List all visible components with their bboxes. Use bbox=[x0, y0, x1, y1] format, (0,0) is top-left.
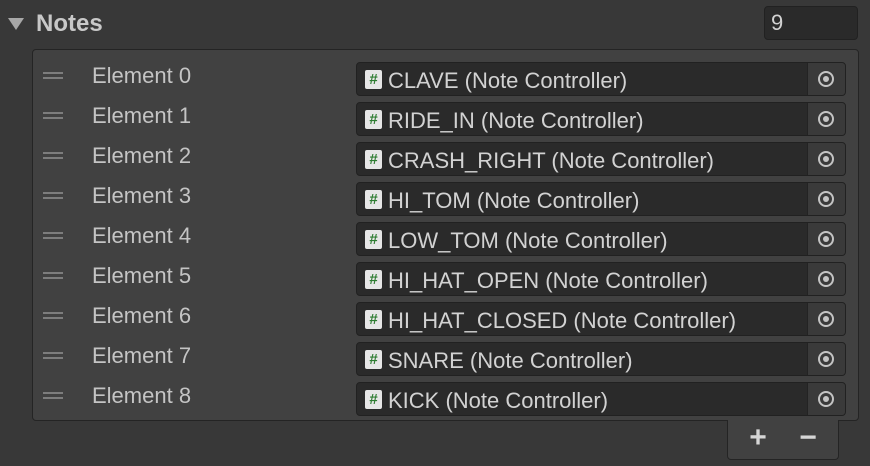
drag-handle-icon[interactable] bbox=[43, 152, 63, 160]
object-picker-button[interactable] bbox=[807, 303, 845, 335]
object-field[interactable]: # RIDE_IN (Note Controller) bbox=[356, 102, 846, 136]
object-field-value: HI_HAT_OPEN (Note Controller) bbox=[388, 268, 708, 293]
object-field[interactable]: # CLAVE (Note Controller) bbox=[356, 62, 846, 96]
element-label: Element 4 bbox=[92, 223, 192, 248]
object-field-value: KICK (Note Controller) bbox=[388, 388, 609, 413]
drag-handle-icon[interactable] bbox=[43, 352, 63, 360]
object-picker-button[interactable] bbox=[807, 343, 845, 375]
object-picker-icon bbox=[818, 191, 834, 207]
object-field-value: SNARE (Note Controller) bbox=[388, 348, 633, 373]
cs-script-icon: # bbox=[365, 310, 382, 329]
list-row-element-4[interactable]: Element 4 # LOW_TOM (Note Controller) bbox=[33, 216, 860, 256]
object-picker-button[interactable] bbox=[807, 63, 845, 95]
drag-handle-icon[interactable] bbox=[43, 272, 63, 280]
cs-script-icon: # bbox=[365, 110, 382, 129]
object-picker-button[interactable] bbox=[807, 183, 845, 215]
object-picker-icon bbox=[818, 391, 834, 407]
element-label: Element 2 bbox=[92, 143, 192, 168]
object-picker-button[interactable] bbox=[807, 103, 845, 135]
list-row-element-5[interactable]: Element 5 # HI_HAT_OPEN (Note Controller… bbox=[33, 256, 860, 296]
object-field-value: RIDE_IN (Note Controller) bbox=[388, 108, 644, 133]
cs-script-icon: # bbox=[365, 70, 382, 89]
object-field[interactable]: # CRASH_RIGHT (Note Controller) bbox=[356, 142, 846, 176]
object-picker-button[interactable] bbox=[807, 223, 845, 255]
object-picker-icon bbox=[818, 271, 834, 287]
element-label: Element 8 bbox=[92, 383, 192, 408]
object-picker-icon bbox=[818, 111, 834, 127]
object-field-value: HI_TOM (Note Controller) bbox=[388, 188, 640, 213]
object-picker-button[interactable] bbox=[807, 383, 845, 415]
object-picker-button[interactable] bbox=[807, 263, 845, 295]
cs-script-icon: # bbox=[365, 270, 382, 289]
element-label: Element 1 bbox=[92, 103, 192, 128]
object-picker-button[interactable] bbox=[807, 143, 845, 175]
remove-element-button[interactable]: − bbox=[788, 423, 828, 454]
cs-script-icon: # bbox=[365, 350, 382, 369]
drag-handle-icon[interactable] bbox=[43, 312, 63, 320]
element-label: Element 0 bbox=[92, 63, 192, 88]
list-row-element-1[interactable]: Element 1 # RIDE_IN (Note Controller) bbox=[33, 96, 860, 136]
list-row-element-8[interactable]: Element 8 # KICK (Note Controller) bbox=[33, 376, 860, 416]
object-field[interactable]: # SNARE (Note Controller) bbox=[356, 342, 846, 376]
notes-list: Element 0 # CLAVE (Note Controller) Elem… bbox=[32, 49, 859, 421]
drag-handle-icon[interactable] bbox=[43, 112, 63, 120]
list-row-element-2[interactable]: Element 2 # CRASH_RIGHT (Note Controller… bbox=[33, 136, 860, 176]
object-picker-icon bbox=[818, 231, 834, 247]
object-field[interactable]: # HI_TOM (Note Controller) bbox=[356, 182, 846, 216]
drag-handle-icon[interactable] bbox=[43, 232, 63, 240]
object-picker-icon bbox=[818, 151, 834, 167]
drag-handle-icon[interactable] bbox=[43, 392, 63, 400]
drag-handle-icon[interactable] bbox=[43, 192, 63, 200]
object-picker-icon bbox=[818, 311, 834, 327]
element-label: Element 3 bbox=[92, 183, 192, 208]
list-row-element-0[interactable]: Element 0 # CLAVE (Note Controller) bbox=[33, 56, 860, 96]
element-label: Element 7 bbox=[92, 343, 192, 368]
object-picker-icon bbox=[818, 351, 834, 367]
object-field[interactable]: # LOW_TOM (Note Controller) bbox=[356, 222, 846, 256]
object-field-value: CRASH_RIGHT (Note Controller) bbox=[388, 148, 715, 173]
notes-header: Notes 9 bbox=[0, 0, 870, 48]
list-row-element-3[interactable]: Element 3 # HI_TOM (Note Controller) bbox=[33, 176, 860, 216]
object-field-value: HI_HAT_CLOSED (Note Controller) bbox=[388, 308, 737, 333]
foldout-triangle-down-icon[interactable] bbox=[8, 18, 24, 30]
object-field[interactable]: # HI_HAT_OPEN (Note Controller) bbox=[356, 262, 846, 296]
add-element-button[interactable]: + bbox=[738, 423, 778, 454]
array-size-field[interactable]: 9 bbox=[764, 6, 858, 40]
object-field-value: LOW_TOM (Note Controller) bbox=[388, 228, 668, 253]
list-footer: + − bbox=[727, 420, 839, 460]
element-label: Element 5 bbox=[92, 263, 192, 288]
object-field-value: CLAVE (Note Controller) bbox=[388, 68, 628, 93]
drag-handle-icon[interactable] bbox=[43, 72, 63, 80]
list-row-element-6[interactable]: Element 6 # HI_HAT_CLOSED (Note Controll… bbox=[33, 296, 860, 336]
object-field[interactable]: # HI_HAT_CLOSED (Note Controller) bbox=[356, 302, 846, 336]
notes-title[interactable]: Notes bbox=[36, 10, 103, 38]
object-field[interactable]: # KICK (Note Controller) bbox=[356, 382, 846, 416]
cs-script-icon: # bbox=[365, 390, 382, 409]
cs-script-icon: # bbox=[365, 230, 382, 249]
list-row-element-7[interactable]: Element 7 # SNARE (Note Controller) bbox=[33, 336, 860, 376]
cs-script-icon: # bbox=[365, 150, 382, 169]
cs-script-icon: # bbox=[365, 190, 382, 209]
element-label: Element 6 bbox=[92, 303, 192, 328]
object-picker-icon bbox=[818, 71, 834, 87]
